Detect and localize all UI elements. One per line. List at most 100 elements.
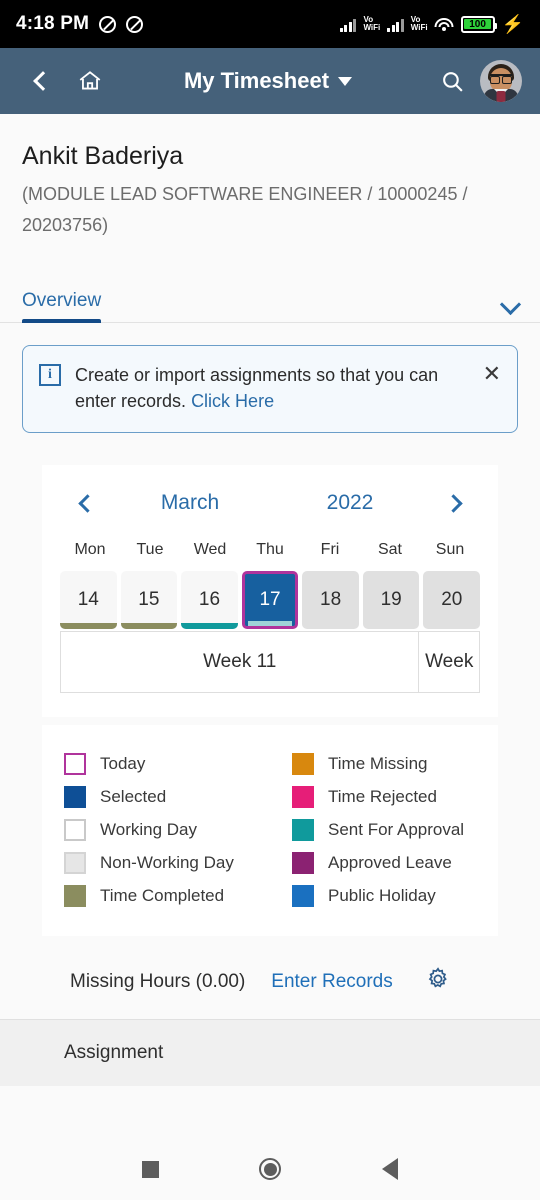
calendar-day-row: 14 15 16 17 18 19 20	[42, 571, 498, 629]
calendar-day-number: 15	[120, 571, 178, 629]
legend-swatch	[292, 785, 314, 808]
back-button-nav[interactable]	[367, 1146, 413, 1192]
calendar-day-status-bar	[120, 623, 178, 629]
employee-name: Ankit Baderiya	[22, 142, 184, 170]
calendar-day-number: 16	[181, 571, 238, 629]
weekday-label: Tue	[136, 541, 164, 558]
weekday-label: Sat	[377, 541, 402, 558]
legend-swatch	[64, 818, 86, 841]
missing-hours-bar: Missing Hours (0.00) Enter Records	[0, 936, 540, 1019]
previous-month-button[interactable]	[64, 493, 110, 513]
home-button-nav[interactable]	[247, 1146, 293, 1192]
calendar-day-status-bar	[60, 623, 117, 629]
legend-column-left: Today Selected Working Day Non-Working Day T…	[42, 747, 270, 912]
no-sound-icon	[99, 15, 117, 33]
legend-label: Today	[100, 753, 146, 773]
home-button[interactable]	[68, 59, 112, 103]
settings-button[interactable]	[425, 966, 451, 997]
legend-label: Approved Leave	[328, 852, 452, 872]
legend-item: Public Holiday	[292, 879, 498, 912]
info-icon: i	[39, 364, 61, 386]
calendar-day-20[interactable]: 20	[423, 571, 481, 629]
calendar-day-15[interactable]: 15	[120, 571, 178, 629]
calendar-day-number: 14	[60, 571, 117, 629]
calendar-year[interactable]: 2022	[270, 491, 430, 515]
legend-item: Today	[64, 747, 270, 780]
legend-swatch	[292, 752, 314, 775]
calendar-day-status-bar	[247, 621, 293, 626]
phone-screen: 4:18 PM Vo WiFi Vo WiFi 100 ⚡ My Timeshe…	[0, 0, 540, 1200]
tabs-expand-button[interactable]	[499, 293, 522, 322]
next-month-button[interactable]	[430, 493, 476, 513]
status-bar-clock: 4:18 PM	[16, 13, 90, 34]
legend-item: Approved Leave	[292, 846, 498, 879]
message-area: i Create or import assignments so that y…	[0, 323, 540, 433]
legend-swatch	[292, 818, 314, 841]
calendar-day-number: 19	[362, 571, 420, 629]
click-here-link[interactable]: Click Here	[191, 391, 274, 411]
weekday-label: Sun	[435, 541, 465, 558]
wifi-icon	[434, 17, 454, 32]
legend-label: Public Holiday	[328, 885, 436, 905]
close-icon[interactable]: ✕	[481, 362, 503, 385]
weekday-label: Wed	[193, 541, 227, 558]
calendar-day-17[interactable]: 17	[241, 571, 299, 629]
triangle-back-icon	[382, 1158, 398, 1180]
legend-column-right: Time Missing Time Rejected Sent For Approv…	[270, 747, 498, 912]
chevron-down-icon	[499, 293, 522, 316]
battery-icon: 100	[460, 15, 497, 33]
legend-item: Working Day	[64, 813, 270, 846]
square-recents-icon	[141, 1160, 159, 1178]
chevron-left-icon	[32, 71, 53, 91]
calendar-day-number: 20	[423, 571, 481, 629]
enter-records-link[interactable]: Enter Records	[271, 971, 392, 993]
tab-overview[interactable]: Overview	[22, 290, 102, 323]
gear-icon	[428, 967, 447, 988]
employee-info: Ankit Baderiya (MODULE LEAD SOFTWARE ENG…	[0, 114, 540, 241]
status-bar-right: Vo WiFi Vo WiFi 100 ⚡	[339, 14, 524, 33]
no-sound-icon	[126, 15, 144, 33]
tab-bar: Overview	[0, 275, 540, 323]
legend-swatch	[64, 752, 86, 775]
calendar-day-16[interactable]: 16	[181, 571, 238, 629]
week-label-partial[interactable]: Week	[419, 631, 480, 693]
calendar-day-18[interactable]: 18	[302, 571, 359, 629]
weekday-header-row: Mon Tue Wed Thu Fri Sat Sun	[42, 541, 498, 559]
legend-item: Non-Working Day	[64, 846, 270, 879]
calendar-navigation: March 2022	[42, 491, 498, 515]
legend-label: Time Completed	[100, 885, 225, 905]
page-body: Ankit Baderiya (MODULE LEAD SOFTWARE ENG…	[0, 114, 540, 1086]
recents-button[interactable]	[127, 1146, 173, 1192]
weekday-label: Mon	[74, 541, 106, 558]
caret-down-icon	[338, 76, 353, 86]
missing-hours-label: Missing Hours (0.00)	[70, 970, 246, 992]
week-label-row: Week 11 Week	[42, 631, 498, 717]
back-button[interactable]	[18, 59, 62, 103]
search-button[interactable]	[430, 59, 474, 103]
legend-item: Sent For Approval	[292, 813, 498, 846]
chevron-right-icon	[443, 493, 463, 513]
weekday-label: Fri	[320, 541, 340, 558]
circle-home-icon	[259, 1158, 281, 1180]
calendar-day-status-bar	[181, 623, 238, 629]
legend-item: Time Missing	[292, 747, 498, 780]
assignment-section-header: Assignment	[0, 1019, 540, 1086]
legend-label: Non-Working Day	[100, 852, 234, 872]
page-title-dropdown[interactable]: My Timesheet	[112, 68, 424, 94]
calendar-day-19[interactable]: 19	[362, 571, 420, 629]
app-header-bar: My Timesheet	[0, 48, 540, 114]
employee-meta: (MODULE LEAD SOFTWARE ENGINEER / 1000024…	[22, 184, 468, 235]
week-label-main[interactable]: Week 11	[60, 631, 420, 693]
calendar-day-number: 17	[241, 571, 299, 629]
calendar-day-14[interactable]: 14	[60, 571, 117, 629]
search-icon	[442, 71, 463, 92]
avatar[interactable]	[480, 60, 522, 102]
vowifi-label: Vo WiFi	[363, 14, 381, 32]
legend-label: Time Rejected	[328, 786, 437, 806]
legend-swatch	[292, 884, 314, 907]
info-message-banner: i Create or import assignments so that y…	[22, 345, 518, 433]
info-message-text: Create or import assignments so that you…	[75, 362, 467, 414]
vowifi-label: Vo WiFi	[410, 14, 428, 32]
calendar-month[interactable]: March	[110, 491, 270, 515]
home-icon	[79, 71, 101, 90]
